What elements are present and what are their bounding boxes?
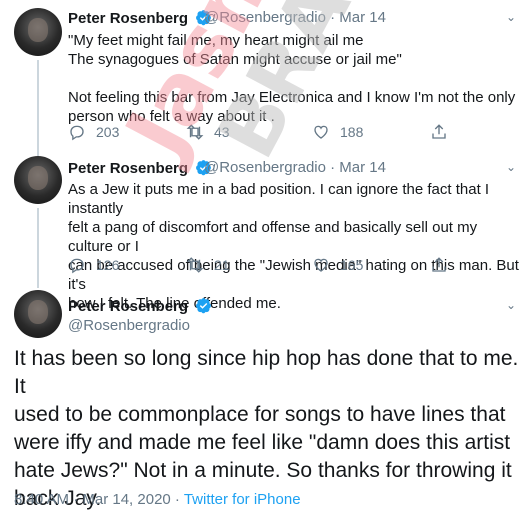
reply-count: 126 [96, 257, 120, 273]
share-icon [432, 124, 446, 139]
author-handle[interactable]: @Rosenbergradio [68, 317, 190, 334]
retweet-icon [186, 124, 204, 140]
author-name[interactable]: Peter Rosenberg [68, 159, 212, 177]
tweet-meta: @Rosenbergradio · Mar 14 [204, 159, 386, 176]
tweet-text-line: Not feeling this bar from Jay Electronic… [68, 89, 516, 106]
tweet-date[interactable]: · Mar 14 [330, 159, 386, 176]
retweet-count: 21 [214, 257, 230, 273]
like-button[interactable]: 188 [312, 123, 363, 141]
tweet-actions: 126 21 165 [68, 256, 518, 276]
author-name[interactable]: Peter Rosenberg [68, 9, 212, 27]
tweet-text-line: were iffy and made me feel like "damn do… [14, 431, 511, 454]
tweet-text-line: The synagogues of Satan might accuse or … [68, 51, 402, 68]
main-tweet[interactable]: Peter Rosenberg @Rosenbergradio ⌄ It has… [0, 286, 530, 527]
thread-line [37, 208, 39, 288]
tweet-date[interactable]: · Mar 14 [330, 9, 386, 26]
tweet-text-line: felt a pang of discomfort and offense an… [68, 219, 478, 255]
share-button[interactable] [430, 123, 448, 141]
reply-button[interactable]: 203 [68, 123, 119, 141]
reply-icon [70, 125, 84, 141]
heart-icon [314, 125, 328, 139]
tweet-text-line: As a Jew it puts me in a bad position. I… [68, 181, 490, 217]
avatar[interactable] [14, 290, 62, 338]
source-link[interactable]: Twitter for iPhone [184, 491, 301, 508]
reply-count: 203 [96, 124, 120, 140]
tweet-text-line [68, 69, 523, 88]
retweet-button[interactable]: 43 [186, 123, 230, 141]
share-button[interactable] [430, 256, 448, 274]
tweet-text-line: "My feet might fail me, my heart might a… [68, 32, 364, 49]
share-icon [432, 257, 446, 272]
timestamp-text[interactable]: 8:40 AM · Mar 14, 2020 · [14, 491, 184, 508]
thread-line [37, 60, 39, 156]
author-name[interactable]: Peter Rosenberg [68, 297, 212, 315]
tweet-text: "My feet might fail me, my heart might a… [68, 31, 523, 126]
like-button[interactable]: 165 [312, 256, 363, 274]
author-name-text: Peter Rosenberg [68, 160, 189, 177]
like-count: 188 [340, 124, 364, 140]
retweet-button[interactable]: 21 [186, 256, 230, 274]
avatar[interactable] [14, 8, 62, 56]
tweet-text-line: hate Jews?" Not in a minute. So thanks f… [14, 459, 512, 482]
verified-icon [196, 298, 212, 314]
author-name-text: Peter Rosenberg [68, 298, 189, 315]
tweet-1[interactable]: Peter Rosenberg @Rosenbergradio · Mar 14… [0, 0, 530, 156]
author-handle[interactable]: @Rosenbergradio [204, 159, 326, 176]
reply-icon [70, 258, 84, 274]
tweet-actions: 203 43 188 [68, 123, 518, 143]
tweet-timestamp: 8:40 AM · Mar 14, 2020 · Twitter for iPh… [14, 491, 301, 508]
tweet-text-line: used to be commonplace for songs to have… [14, 403, 506, 426]
chevron-down-icon[interactable]: ⌄ [506, 10, 516, 24]
heart-icon [314, 258, 328, 272]
author-name-text: Peter Rosenberg [68, 10, 189, 27]
author-handle[interactable]: @Rosenbergradio [204, 9, 326, 26]
tweet-meta: @Rosenbergradio · Mar 14 [204, 9, 386, 26]
chevron-down-icon[interactable]: ⌄ [506, 298, 516, 312]
chevron-down-icon[interactable]: ⌄ [506, 160, 516, 174]
like-count: 165 [340, 257, 364, 273]
tweet-text-line: It has been so long since hip hop has do… [14, 347, 519, 398]
avatar[interactable] [14, 156, 62, 204]
retweet-icon [186, 257, 204, 273]
tweet-2[interactable]: Peter Rosenberg @Rosenbergradio · Mar 14… [0, 156, 530, 312]
reply-button[interactable]: 126 [68, 256, 119, 274]
tweet-text: It has been so long since hip hop has do… [14, 345, 519, 513]
retweet-count: 43 [214, 124, 230, 140]
